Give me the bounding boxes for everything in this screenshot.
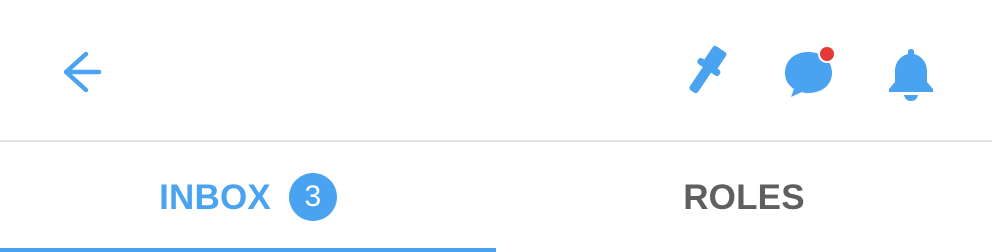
tab-bar: INBOX 3 ROLES bbox=[0, 142, 992, 252]
notifications-button[interactable] bbox=[876, 40, 946, 106]
tab-roles[interactable]: ROLES bbox=[496, 142, 992, 252]
tab-inbox-label: INBOX bbox=[159, 177, 271, 217]
top-toolbar bbox=[0, 0, 992, 140]
app-screen: INBOX 3 ROLES bbox=[0, 0, 992, 252]
pin-icon bbox=[676, 40, 734, 102]
active-tab-indicator bbox=[0, 248, 496, 252]
tab-roles-label: ROLES bbox=[683, 177, 805, 217]
back-button[interactable] bbox=[44, 40, 116, 104]
back-arrow-icon bbox=[52, 44, 108, 100]
tab-inbox[interactable]: INBOX 3 bbox=[0, 142, 496, 252]
chat-button[interactable] bbox=[774, 40, 844, 106]
pin-button[interactable] bbox=[670, 38, 740, 104]
chat-bubble-icon bbox=[778, 42, 840, 104]
bell-icon bbox=[882, 42, 940, 104]
inbox-count-badge: 3 bbox=[288, 173, 337, 221]
